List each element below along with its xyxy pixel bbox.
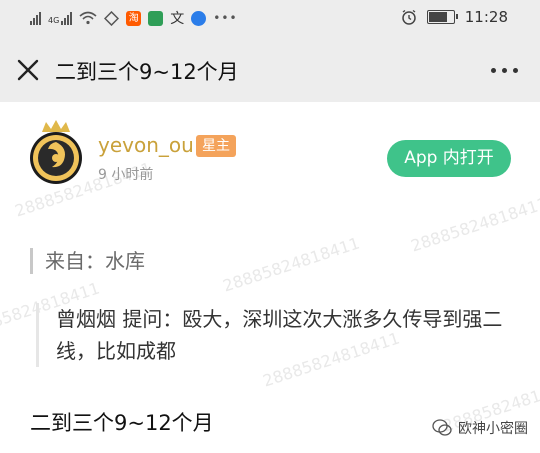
question-quote: 曾烟烟 提问：殴大，深圳这次大涨多久传导到强二线，比如成都 bbox=[36, 303, 526, 367]
author-name[interactable]: yevon_ou bbox=[98, 133, 194, 157]
nav-bar: 二到三个9~12个月 bbox=[0, 38, 540, 102]
close-icon[interactable] bbox=[14, 56, 42, 84]
wifi-icon bbox=[79, 11, 97, 25]
status-right: 11:28 bbox=[401, 8, 508, 26]
app-icon-blue bbox=[191, 10, 207, 26]
page-title: 二到三个9~12个月 bbox=[55, 60, 239, 84]
status-bar: 4G 淘 文 ••• 11:28 bbox=[0, 0, 540, 38]
app-icon-taobao: 淘 bbox=[126, 10, 142, 26]
app-icon-1 bbox=[104, 10, 120, 26]
more-dots-icon: ••• bbox=[213, 11, 238, 25]
answer-text: 二到三个9~12个月 bbox=[30, 411, 214, 435]
alarm-icon bbox=[402, 9, 416, 25]
owner-badge: 星主 bbox=[196, 135, 236, 157]
app-icon-green bbox=[148, 10, 164, 26]
status-time: 11:28 bbox=[464, 8, 508, 26]
brand-watermark: 欧神小密圈 bbox=[432, 418, 528, 438]
battery-icon bbox=[426, 10, 458, 24]
brand-name: 欧神小密圈 bbox=[458, 421, 528, 437]
open-in-app-button[interactable]: App 内打开 bbox=[387, 140, 511, 177]
source-tag[interactable]: 来自：水库 bbox=[30, 248, 145, 274]
post-time: 9 小时前 bbox=[98, 167, 154, 183]
signal-icon bbox=[30, 11, 41, 25]
wechat-icon bbox=[432, 419, 452, 436]
watermark: 28885824818411 bbox=[220, 233, 362, 296]
status-left: 4G 淘 文 ••• bbox=[30, 8, 238, 28]
signal-4g-icon: 4G bbox=[48, 11, 73, 25]
avatar[interactable] bbox=[28, 118, 84, 186]
more-options-icon[interactable] bbox=[491, 68, 518, 73]
app-icon-wen: 文 bbox=[170, 11, 185, 27]
watermark: 28885824818411 bbox=[408, 193, 540, 256]
